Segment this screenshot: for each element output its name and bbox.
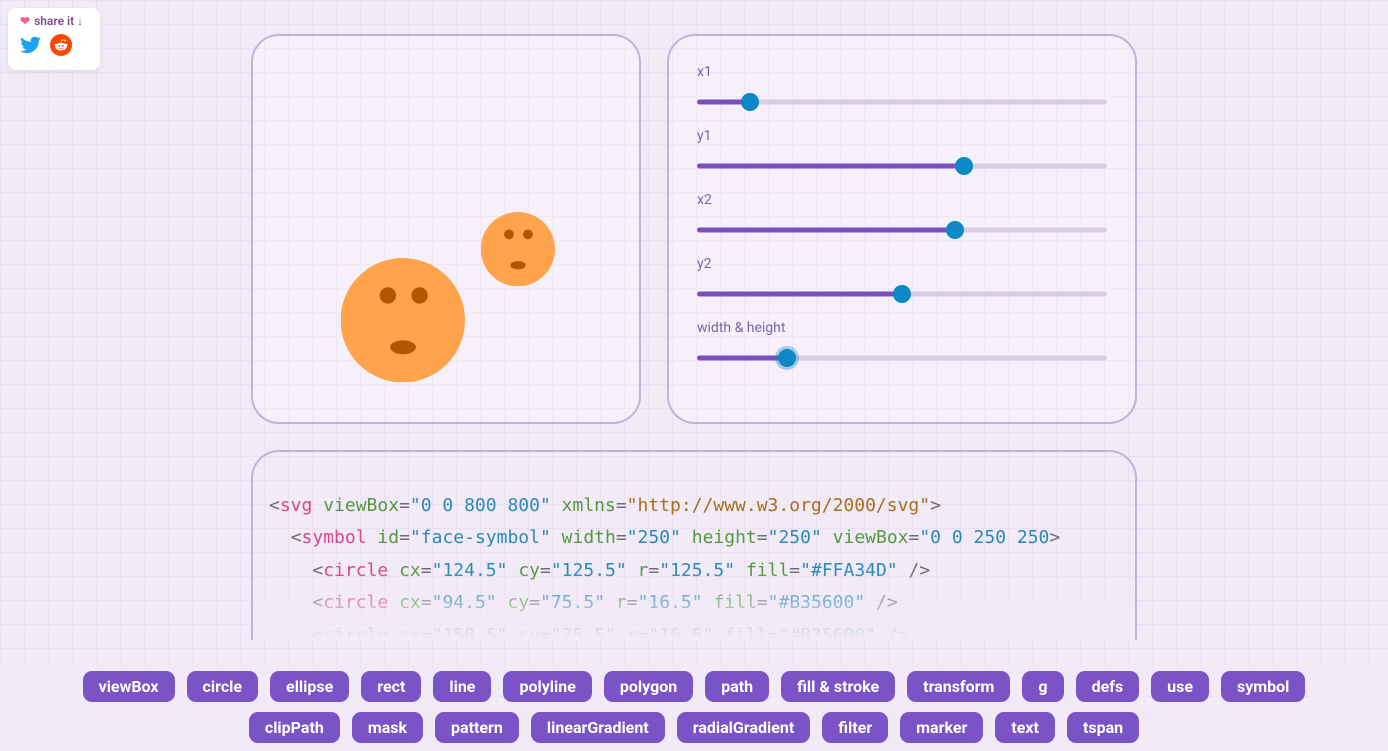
slider-y1: y1 xyxy=(697,128,1107,174)
tag-use[interactable]: use xyxy=(1151,671,1209,702)
slider-thumb[interactable] xyxy=(741,93,759,111)
heart-icon: ❤ xyxy=(20,14,30,28)
code-panel: <svg viewBox="0 0 800 800" xmlns="http:/… xyxy=(251,450,1137,640)
tag-filter[interactable]: filter xyxy=(822,712,888,743)
share-card: ❤ share it ↓ xyxy=(8,8,100,70)
face-large xyxy=(341,258,465,382)
slider-label: y1 xyxy=(697,128,1107,144)
tag-lineargradient[interactable]: linearGradient xyxy=(531,712,665,743)
tag-viewbox[interactable]: viewBox xyxy=(83,671,175,702)
face-small xyxy=(481,212,555,286)
slider-label: y2 xyxy=(697,256,1107,272)
slider-x1: x1 xyxy=(697,64,1107,110)
tag-text[interactable]: text xyxy=(995,712,1055,743)
tag-pattern[interactable]: pattern xyxy=(435,712,519,743)
slider-label: x2 xyxy=(697,192,1107,208)
tag-defs[interactable]: defs xyxy=(1076,671,1140,702)
element-tag-bar: viewBox circle ellipse rect line polyline poly… xyxy=(0,659,1388,751)
twitter-icon[interactable] xyxy=(20,34,42,60)
slider-y2: y2 xyxy=(697,256,1107,302)
slider-track[interactable] xyxy=(697,350,1107,366)
slider-track[interactable] xyxy=(697,222,1107,238)
share-label: share it ↓ xyxy=(34,14,83,28)
slider-thumb[interactable] xyxy=(946,221,964,239)
slider-label: x1 xyxy=(697,64,1107,80)
slider-x2: x2 xyxy=(697,192,1107,238)
tag-transform[interactable]: transform xyxy=(907,671,1010,702)
tag-rect[interactable]: rect xyxy=(361,671,421,702)
slider-thumb[interactable] xyxy=(778,349,796,367)
tag-g[interactable]: g xyxy=(1022,671,1063,702)
share-title: ❤ share it ↓ xyxy=(20,14,88,28)
controls-panel: x1 y1 x2 y2 width & height xyxy=(667,34,1137,424)
tag-path[interactable]: path xyxy=(705,671,769,702)
slider-track[interactable] xyxy=(697,94,1107,110)
tag-symbol[interactable]: symbol xyxy=(1221,671,1305,702)
code-output: <svg viewBox="0 0 800 800" xmlns="http:/… xyxy=(269,490,1119,640)
svg-preview-panel xyxy=(251,34,641,424)
tag-ellipse[interactable]: ellipse xyxy=(270,671,349,702)
tag-mask[interactable]: mask xyxy=(352,712,423,743)
slider-width-height: width & height xyxy=(697,320,1107,366)
tag-polygon[interactable]: polygon xyxy=(604,671,693,702)
slider-track[interactable] xyxy=(697,286,1107,302)
slider-thumb[interactable] xyxy=(955,157,973,175)
tag-fill-stroke[interactable]: fill & stroke xyxy=(781,671,895,702)
tag-line[interactable]: line xyxy=(433,671,491,702)
slider-track[interactable] xyxy=(697,158,1107,174)
slider-label: width & height xyxy=(697,320,1107,336)
tag-clippath[interactable]: clipPath xyxy=(249,712,340,743)
tag-circle[interactable]: circle xyxy=(187,671,259,702)
tag-polyline[interactable]: polyline xyxy=(503,671,591,702)
reddit-icon[interactable] xyxy=(50,34,72,60)
tag-marker[interactable]: marker xyxy=(900,712,983,743)
tag-tspan[interactable]: tspan xyxy=(1067,712,1139,743)
tag-radialgradient[interactable]: radialGradient xyxy=(677,712,811,743)
slider-thumb[interactable] xyxy=(893,285,911,303)
